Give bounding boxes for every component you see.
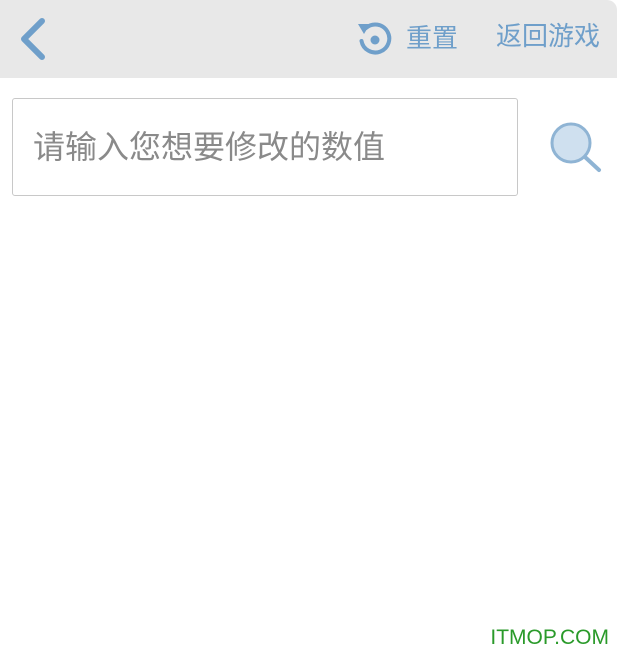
chevron-left-icon — [21, 18, 45, 60]
refresh-icon — [358, 22, 392, 55]
reset-button[interactable]: 重置 — [356, 16, 458, 62]
search-button[interactable] — [546, 118, 606, 178]
top-bar: 重置 返回游戏 — [0, 0, 617, 78]
return-to-game-button[interactable]: 返回游戏 — [496, 24, 600, 50]
watermark-text: ITMOP.COM — [490, 626, 609, 649]
search-icon — [550, 122, 601, 172]
search-input[interactable] — [12, 98, 518, 196]
reset-label: 重置 — [406, 24, 459, 54]
back-button[interactable] — [10, 12, 54, 66]
